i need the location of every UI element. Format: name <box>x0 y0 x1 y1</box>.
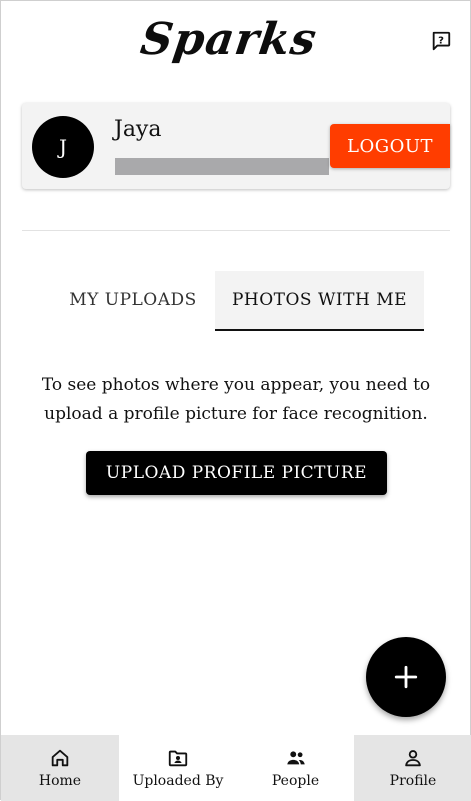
profile-card: J Jaya LOGOUT <box>22 103 450 189</box>
help-chat-icon: ? <box>432 31 451 51</box>
people-icon <box>286 751 305 765</box>
nav-item-home[interactable]: Home <box>1 735 119 801</box>
avatar: J <box>32 116 94 178</box>
add-fab-button[interactable] <box>366 637 446 717</box>
message-line-2: upload a profile picture for face recogn… <box>44 404 428 424</box>
home-icon <box>51 749 69 767</box>
bottom-nav: Home Uploaded By People Profile <box>1 735 471 801</box>
svg-text:?: ? <box>438 35 444 46</box>
app-header: Sparks ? <box>1 1 471 85</box>
tab-my-uploads[interactable]: MY UPLOADS <box>51 271 215 329</box>
user-email-redacted <box>115 158 329 175</box>
plus-icon <box>394 665 418 689</box>
person-icon <box>405 750 421 767</box>
nav-item-uploaded-by[interactable]: Uploaded By <box>119 735 237 801</box>
logout-button[interactable]: LOGOUT <box>330 124 450 168</box>
nav-label-profile: Profile <box>389 773 437 789</box>
nav-label-home: Home <box>38 773 82 789</box>
upload-profile-picture-button[interactable]: UPLOAD PROFILE PICTURE <box>86 451 387 495</box>
face-recognition-message: To see photos where you appear, you need… <box>36 371 436 429</box>
nav-label-people: People <box>271 773 320 789</box>
user-name: Jaya <box>114 117 162 142</box>
photo-tabs: MY UPLOADS PHOTOS WITH ME <box>51 271 424 331</box>
nav-label-uploaded-by: Uploaded By <box>132 773 224 789</box>
folder-user-icon <box>168 750 188 767</box>
brand-logo: Sparks <box>137 14 321 65</box>
tab-photos-with-me[interactable]: PHOTOS WITH ME <box>215 271 424 331</box>
nav-item-people[interactable]: People <box>237 735 354 801</box>
message-line-1: To see photos where you appear, you need… <box>41 375 431 395</box>
help-button[interactable]: ? <box>429 29 453 53</box>
divider <box>22 230 450 231</box>
nav-item-profile[interactable]: Profile <box>354 735 471 801</box>
